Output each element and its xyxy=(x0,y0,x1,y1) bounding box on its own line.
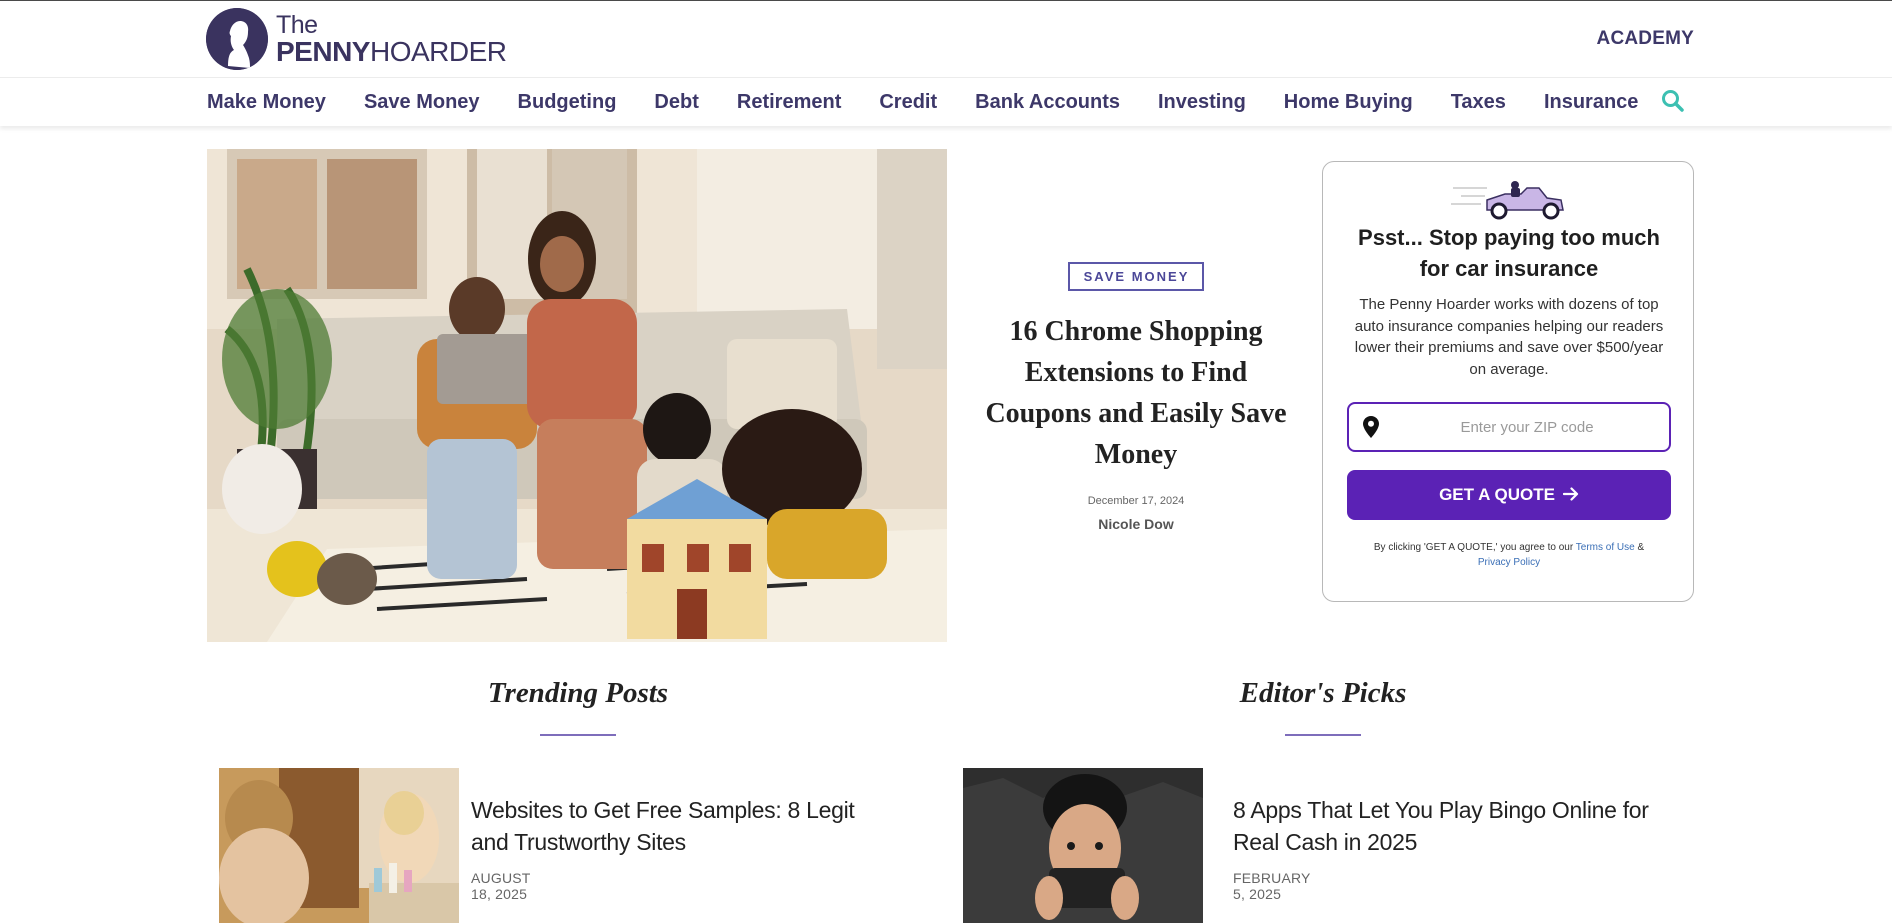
editors-picks-heading: Editor's Picks xyxy=(1239,677,1407,709)
card-title: Psst... Stop paying too much for car ins… xyxy=(1358,225,1660,281)
category-badge[interactable]: SAVE MONEY xyxy=(1067,262,1205,291)
trending-posts-rule xyxy=(540,734,616,736)
editors-picks-rule xyxy=(1285,734,1361,736)
hero-image[interactable] xyxy=(207,149,947,642)
nav-item-bank-accounts[interactable]: Bank Accounts xyxy=(975,91,1120,114)
nav-item-home-buying[interactable]: Home Buying xyxy=(1284,91,1413,114)
editors-pick-image[interactable] xyxy=(963,768,1203,923)
logo-hoarder: HOARDER xyxy=(369,35,507,67)
site-logo[interactable]: The PENNYHOARDER xyxy=(206,7,507,71)
trending-posts-heading: Trending Posts xyxy=(487,677,669,709)
zip-input[interactable] xyxy=(1385,404,1669,450)
main-nav: Make Money Save Money Budgeting Debt Retirem… xyxy=(0,78,1892,126)
disclaimer-amp: & xyxy=(1637,542,1645,553)
editors-pick-date: FEBRUARY 5, 2025 xyxy=(1233,870,1311,902)
trending-post-image[interactable] xyxy=(219,768,459,923)
academy-link[interactable]: ACADEMY xyxy=(1597,28,1694,50)
disclaimer-text: By clicking 'GET A QUOTE,' you agree to … xyxy=(1373,542,1574,553)
location-pin-icon xyxy=(1363,416,1379,438)
editors-pick-title[interactable]: 8 Apps That Let You Play Bingo Online fo… xyxy=(1233,794,1653,858)
nav-list: Make Money Save Money Budgeting Debt Retirem… xyxy=(207,78,1676,126)
quote-disclaimer: By clicking 'GET A QUOTE,' you agree to … xyxy=(1345,540,1673,570)
logo-penny: PENNY xyxy=(276,35,370,67)
nav-item-credit[interactable]: Credit xyxy=(879,91,937,114)
hero-date: December 17, 2024 xyxy=(1087,495,1185,507)
search-icon[interactable] xyxy=(1660,88,1686,114)
card-description: The Penny Hoarder works with dozens of t… xyxy=(1354,296,1664,378)
insurance-quote-card: Psst... Stop paying too much for car ins… xyxy=(1322,161,1694,602)
nav-item-retirement[interactable]: Retirement xyxy=(737,91,841,114)
get-a-quote-button[interactable]: GET A QUOTE xyxy=(1347,470,1671,520)
privacy-policy-link[interactable]: Privacy Policy xyxy=(1478,557,1540,568)
trending-post-title[interactable]: Websites to Get Free Samples: 8 Legit an… xyxy=(471,794,891,858)
hero-author[interactable]: Nicole Dow xyxy=(985,516,1287,532)
get-a-quote-label: GET A QUOTE xyxy=(1439,485,1555,504)
trending-post-date: AUGUST 18, 2025 xyxy=(471,870,531,902)
hero-title[interactable]: 16 Chrome Shopping Extensions to Find Co… xyxy=(985,311,1287,475)
nav-item-taxes[interactable]: Taxes xyxy=(1451,91,1506,114)
site-header: The PENNYHOARDER ACADEMY xyxy=(0,1,1892,78)
nav-item-budgeting[interactable]: Budgeting xyxy=(518,91,617,114)
arrow-right-icon xyxy=(1562,485,1579,506)
logo-wordmark: The PENNYHOARDER xyxy=(276,10,507,67)
hero-article: SAVE MONEY 16 Chrome Shopping Extensions… xyxy=(985,262,1287,532)
terms-of-use-link[interactable]: Terms of Use xyxy=(1576,542,1635,553)
nav-item-make-money[interactable]: Make Money xyxy=(207,91,326,114)
logo-portrait-icon xyxy=(206,8,268,70)
nav-item-debt[interactable]: Debt xyxy=(654,91,698,114)
nav-item-insurance[interactable]: Insurance xyxy=(1544,91,1638,114)
car-illustration-icon xyxy=(1451,178,1569,220)
nav-item-investing[interactable]: Investing xyxy=(1158,91,1246,114)
zip-field[interactable] xyxy=(1347,402,1671,452)
nav-item-save-money[interactable]: Save Money xyxy=(364,91,480,114)
logo-the: The xyxy=(276,10,318,39)
